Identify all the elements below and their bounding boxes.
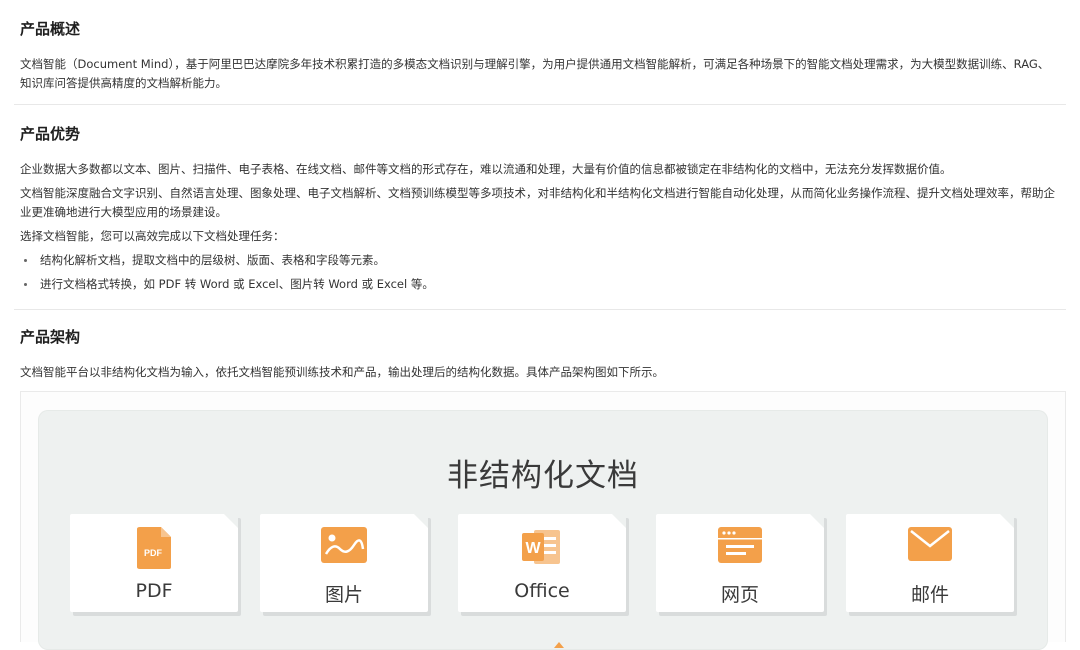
section-overview: 产品概述 文档智能（Document Mind），基于阿里巴巴达摩院多年技术积累…: [0, 18, 1080, 93]
task-list: 结构化解析文档，提取文档中的层级树、版面、表格和字段等元素。 进行文档格式转换，…: [20, 251, 1060, 294]
arrow-up-icon: [554, 642, 564, 648]
advantages-heading: 产品优势: [20, 125, 81, 143]
card-label: 图片: [324, 584, 363, 606]
advantages-paragraph-2: 文档智能深度融合文字识别、自然语言处理、图象处理、电子文档解析、文档预训练模型等…: [20, 186, 1055, 219]
webpage-icon: [718, 527, 762, 567]
divider: [14, 104, 1066, 105]
architecture-paragraph: 文档智能平台以非结构化文档为输入，依托文档智能预训练技术和产品，输出处理后的结构…: [20, 365, 664, 379]
architecture-heading: 产品架构: [20, 328, 81, 346]
card-label: PDF: [135, 580, 173, 602]
overview-heading: 产品概述: [20, 20, 81, 38]
section-architecture: 产品架构 文档智能平台以非结构化文档为输入，依托文档智能预训练技术和产品，输出处…: [0, 326, 1080, 382]
svg-text:PDF: PDF: [144, 548, 163, 558]
card-office: W Office: [458, 514, 626, 612]
svg-text:W: W: [525, 540, 541, 557]
architecture-diagram: 非结构化文档 PDF PDF 图片 W Office 网页 邮件: [20, 391, 1066, 650]
unstructured-docs-panel: 非结构化文档 PDF PDF 图片 W Office 网页 邮件: [38, 410, 1048, 650]
image-icon: [321, 527, 367, 567]
card-webpage: 网页: [656, 514, 824, 612]
card-pdf: PDF PDF: [70, 514, 238, 612]
advantages-paragraph-1: 企业数据大多数都以文本、图片、扫描件、电子表格、在线文档、邮件等文档的形式存在，…: [20, 162, 952, 176]
list-item: 进行文档格式转换，如 PDF 转 Word 或 Excel、图片转 Word 或…: [0, 275, 1060, 294]
list-item: 结构化解析文档，提取文档中的层级树、版面、表格和字段等元素。: [0, 251, 1060, 270]
card-label: Office: [514, 580, 570, 602]
card-label: 网页: [720, 584, 759, 606]
diagram-title: 非结构化文档: [447, 458, 639, 494]
section-advantages: 产品优势 企业数据大多数都以文本、图片、扫描件、电子表格、在线文档、邮件等文档的…: [0, 123, 1080, 294]
card-label: 邮件: [910, 584, 949, 606]
document-page: 产品概述 文档智能（Document Mind），基于阿里巴巴达摩院多年技术积累…: [0, 0, 1080, 650]
word-document-icon: W: [522, 527, 562, 571]
mail-icon: [908, 527, 952, 565]
advantages-paragraph-3: 选择文档智能，您可以高效完成以下文档处理任务：: [20, 229, 285, 243]
card-mail: 邮件: [846, 514, 1014, 612]
overview-paragraph: 文档智能（Document Mind），基于阿里巴巴达摩院多年技术积累打造的多模…: [20, 57, 1050, 90]
card-image: 图片: [260, 514, 428, 612]
pdf-file-icon: PDF: [137, 527, 171, 573]
divider: [14, 309, 1066, 310]
